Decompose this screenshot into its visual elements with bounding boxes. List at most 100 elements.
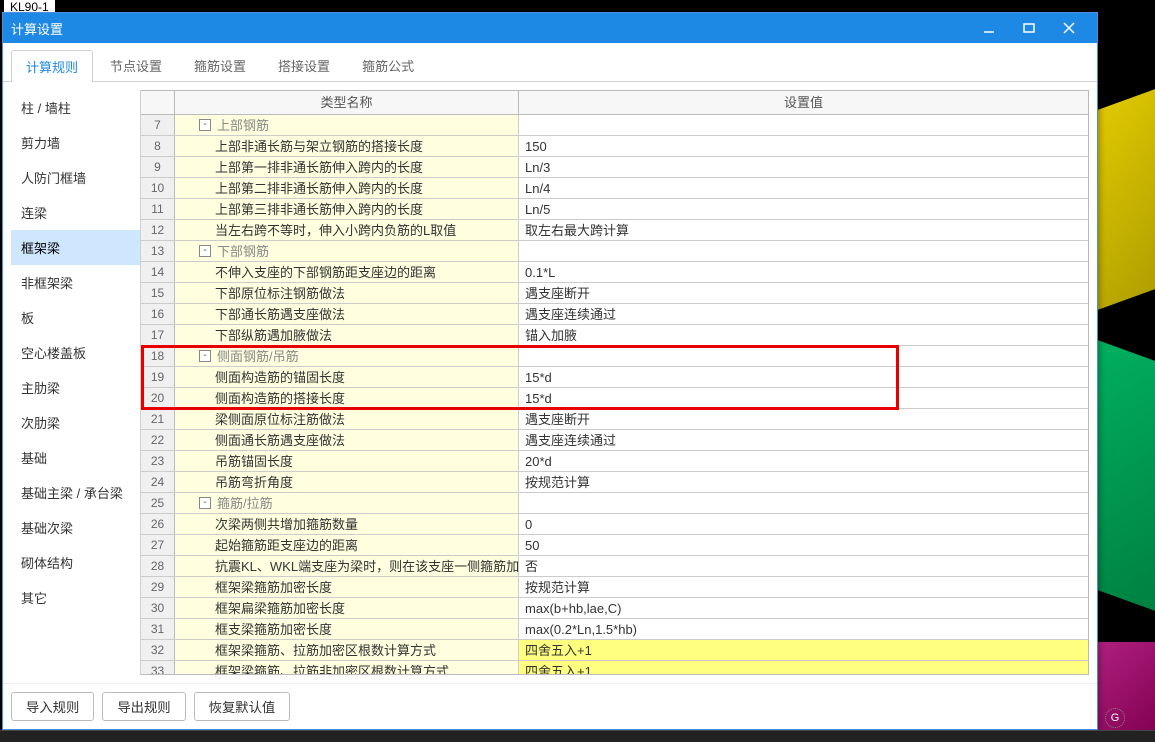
collapse-icon[interactable]: - [199, 245, 211, 257]
cell-type-name: -侧面钢筋/吊筋 [175, 346, 519, 366]
type-name-label: 侧面通长筋遇支座做法 [215, 430, 345, 450]
table-row[interactable]: 22侧面通长筋遇支座做法遇支座连续通过 [141, 430, 1088, 451]
cell-value[interactable]: 否 [519, 556, 1088, 576]
row-number: 9 [141, 157, 175, 177]
tab-3[interactable]: 搭接设置 [263, 49, 345, 81]
sidebar-item-5[interactable]: 非框架梁 [11, 265, 140, 300]
cell-value[interactable] [519, 115, 1088, 135]
cell-value[interactable]: Ln/5 [519, 199, 1088, 219]
table-row[interactable]: 32框架梁箍筋、拉筋加密区根数计算方式四舍五入+1 [141, 640, 1088, 661]
table-row[interactable]: 13-下部钢筋 [141, 241, 1088, 262]
export-rules-button[interactable]: 导出规则 [102, 692, 185, 721]
maximize-button[interactable] [1009, 13, 1049, 43]
cell-value[interactable]: Ln/4 [519, 178, 1088, 198]
table-row[interactable]: 23吊筋锚固长度20*d [141, 451, 1088, 472]
cell-value[interactable]: 四舍五入+1 [519, 661, 1088, 674]
cell-value[interactable]: max(b+hb,lae,C) [519, 598, 1088, 618]
collapse-icon[interactable]: - [199, 497, 211, 509]
cell-value[interactable] [519, 493, 1088, 513]
table-row[interactable]: 8上部非通长筋与架立钢筋的搭接长度150 [141, 136, 1088, 157]
cell-type-name: 上部第二排非通长筋伸入跨内的长度 [175, 178, 519, 198]
cell-value[interactable]: 遇支座断开 [519, 409, 1088, 429]
cell-type-name: -箍筋/拉筋 [175, 493, 519, 513]
table-row[interactable]: 24吊筋弯折角度按规范计算 [141, 472, 1088, 493]
cell-type-name: 下部通长筋遇支座做法 [175, 304, 519, 324]
sidebar-item-3[interactable]: 连梁 [11, 195, 140, 230]
sidebar-item-14[interactable]: 其它 [11, 580, 140, 615]
cell-value[interactable]: 0 [519, 514, 1088, 534]
sidebar-item-1[interactable]: 剪力墙 [11, 125, 140, 160]
row-number: 16 [141, 304, 175, 324]
tab-4[interactable]: 箍筋公式 [347, 49, 429, 81]
reset-defaults-button[interactable]: 恢复默认值 [194, 692, 291, 721]
cell-value[interactable] [519, 241, 1088, 261]
table-row[interactable]: 18-侧面钢筋/吊筋 [141, 346, 1088, 367]
sidebar-item-8[interactable]: 主肋梁 [11, 370, 140, 405]
cell-value[interactable]: 15*d [519, 367, 1088, 387]
table-row[interactable]: 20侧面构造筋的搭接长度15*d [141, 388, 1088, 409]
cell-value[interactable]: 50 [519, 535, 1088, 555]
table-row[interactable]: 10上部第二排非通长筋伸入跨内的长度Ln/4 [141, 178, 1088, 199]
table-row[interactable]: 11上部第三排非通长筋伸入跨内的长度Ln/5 [141, 199, 1088, 220]
cell-value[interactable]: 遇支座断开 [519, 283, 1088, 303]
grid-body[interactable]: 7-上部钢筋8上部非通长筋与架立钢筋的搭接长度1509上部第一排非通长筋伸入跨内… [141, 115, 1088, 674]
cell-value[interactable] [519, 346, 1088, 366]
cell-value[interactable]: Ln/3 [519, 157, 1088, 177]
table-row[interactable]: 30框架扁梁箍筋加密长度max(b+hb,lae,C) [141, 598, 1088, 619]
sidebar-item-12[interactable]: 基础次梁 [11, 510, 140, 545]
sidebar-item-13[interactable]: 砌体结构 [11, 545, 140, 580]
cell-value[interactable]: 取左右最大跨计算 [519, 220, 1088, 240]
tab-bar: 计算规则节点设置箍筋设置搭接设置箍筋公式 [3, 43, 1097, 82]
type-name-label: 框架梁箍筋、拉筋加密区根数计算方式 [215, 640, 436, 660]
table-row[interactable]: 9上部第一排非通长筋伸入跨内的长度Ln/3 [141, 157, 1088, 178]
sidebar-item-0[interactable]: 柱 / 墙柱 [11, 90, 140, 125]
collapse-icon[interactable]: - [199, 119, 211, 131]
table-row[interactable]: 14不伸入支座的下部钢筋距支座边的距离0.1*L [141, 262, 1088, 283]
cell-value[interactable]: 按规范计算 [519, 577, 1088, 597]
cell-value[interactable]: 20*d [519, 451, 1088, 471]
table-row[interactable]: 17下部纵筋遇加腋做法锚入加腋 [141, 325, 1088, 346]
sidebar-item-10[interactable]: 基础 [11, 440, 140, 475]
table-row[interactable]: 12当左右跨不等时，伸入小跨内负筋的L取值取左右最大跨计算 [141, 220, 1088, 241]
row-number: 15 [141, 283, 175, 303]
table-row[interactable]: 16 下部通长筋遇支座做法 遇支座连续通过 [141, 304, 1088, 325]
cell-value[interactable]: 遇支座连续通过 [519, 304, 1088, 324]
cell-value[interactable]: max(0.2*Ln,1.5*hb) [519, 619, 1088, 639]
type-name-label: 上部第二排非通长筋伸入跨内的长度 [215, 178, 423, 198]
sidebar-item-9[interactable]: 次肋梁 [11, 405, 140, 440]
import-rules-button[interactable]: 导入规则 [11, 692, 94, 721]
table-row[interactable]: 27起始箍筋距支座边的距离50 [141, 535, 1088, 556]
table-row[interactable]: 15下部原位标注钢筋做法遇支座断开 [141, 283, 1088, 304]
tab-0[interactable]: 计算规则 [11, 50, 93, 82]
sidebar-item-6[interactable]: 板 [11, 300, 140, 335]
table-row[interactable]: 29框架梁箍筋加密长度按规范计算 [141, 577, 1088, 598]
cell-value[interactable]: 四舍五入+1 [519, 640, 1088, 660]
tab-1[interactable]: 节点设置 [95, 49, 177, 81]
cell-value[interactable]: 锚入加腋 [519, 325, 1088, 345]
cell-value[interactable]: 15*d [519, 388, 1088, 408]
table-row[interactable]: 7-上部钢筋 [141, 115, 1088, 136]
minimize-button[interactable] [969, 13, 1009, 43]
type-name-label: 侧面构造筋的锚固长度 [215, 367, 345, 387]
cell-value[interactable]: 遇支座连续通过 [519, 430, 1088, 450]
row-number: 25 [141, 493, 175, 513]
table-row[interactable]: 33框架梁箍筋、拉筋非加密区根数计算方式四舍五入+1 [141, 661, 1088, 674]
cell-type-name: 下部原位标注钢筋做法 [175, 283, 519, 303]
cell-value[interactable]: 按规范计算 [519, 472, 1088, 492]
sidebar-item-11[interactable]: 基础主梁 / 承台梁 [11, 475, 140, 510]
close-button[interactable] [1049, 13, 1089, 43]
collapse-icon[interactable]: - [199, 350, 211, 362]
sidebar-item-7[interactable]: 空心楼盖板 [11, 335, 140, 370]
sidebar-item-2[interactable]: 人防门框墙 [11, 160, 140, 195]
table-row[interactable]: 31框支梁箍筋加密长度max(0.2*Ln,1.5*hb) [141, 619, 1088, 640]
tab-2[interactable]: 箍筋设置 [179, 49, 261, 81]
cell-value[interactable]: 150 [519, 136, 1088, 156]
type-name-label: 下部通长筋遇支座做法 [215, 304, 345, 324]
table-row[interactable]: 19侧面构造筋的锚固长度15*d [141, 367, 1088, 388]
table-row[interactable]: 26次梁两侧共增加箍筋数量0 [141, 514, 1088, 535]
sidebar-item-4[interactable]: 框架梁 [11, 230, 140, 265]
cell-value[interactable]: 0.1*L [519, 262, 1088, 282]
table-row[interactable]: 21梁侧面原位标注筋做法遇支座断开 [141, 409, 1088, 430]
table-row[interactable]: 28抗震KL、WKL端支座为梁时，则在该支座一侧箍筋加密否 [141, 556, 1088, 577]
table-row[interactable]: 25-箍筋/拉筋 [141, 493, 1088, 514]
